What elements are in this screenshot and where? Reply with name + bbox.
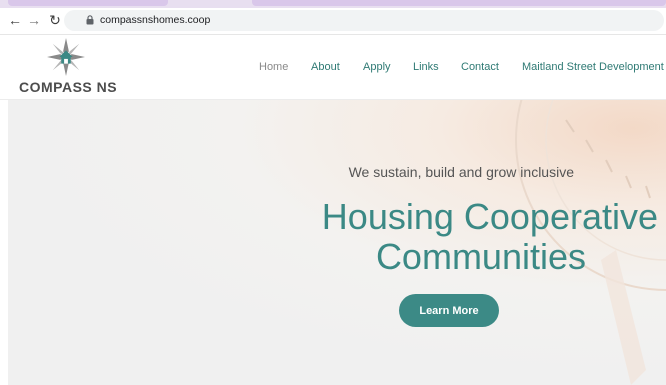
nav-contact[interactable]: Contact (461, 60, 499, 74)
hero-subtitle: We sustain, build and grow inclusive (348, 164, 574, 180)
hero-banner: We sustain, build and grow inclusive Hou… (8, 100, 666, 385)
browser-tab[interactable] (252, 0, 666, 6)
logo-text[interactable]: COMPASS NS (19, 79, 117, 95)
site-header: COMPASS NS Home About Apply Links Contac… (0, 35, 666, 100)
nav-links[interactable]: Links (413, 60, 439, 74)
address-bar[interactable]: compassnshomes.coop (64, 10, 664, 31)
back-arrow-icon[interactable]: ← (6, 11, 24, 29)
url-text[interactable]: compassnshomes.coop (100, 13, 210, 28)
browser-tab-strip (0, 0, 666, 8)
browser-tab[interactable] (8, 0, 168, 6)
learn-more-button[interactable]: Learn More (399, 294, 499, 327)
forward-arrow-icon[interactable]: → (25, 11, 43, 29)
reload-icon[interactable]: ↻ (46, 11, 64, 29)
browser-toolbar: ← → ↻ compassnshomes.coop (0, 8, 666, 35)
nav-about[interactable]: About (311, 60, 340, 74)
nav-apply[interactable]: Apply (363, 60, 391, 74)
nav-home[interactable]: Home (259, 60, 288, 74)
nav-maitland-street-development[interactable]: Maitland Street Development (522, 60, 664, 74)
compass-logo-icon[interactable] (47, 38, 85, 76)
lock-icon (86, 15, 94, 25)
hero-heading-line1: Housing Cooperative (321, 196, 658, 237)
hero-heading-line2: Communities (375, 236, 586, 277)
